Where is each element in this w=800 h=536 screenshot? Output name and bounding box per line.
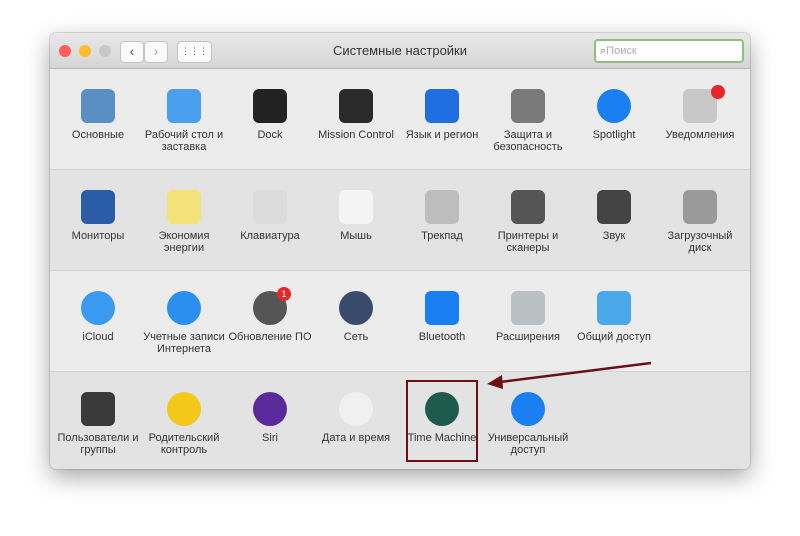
annotation-arrow	[487, 361, 652, 389]
